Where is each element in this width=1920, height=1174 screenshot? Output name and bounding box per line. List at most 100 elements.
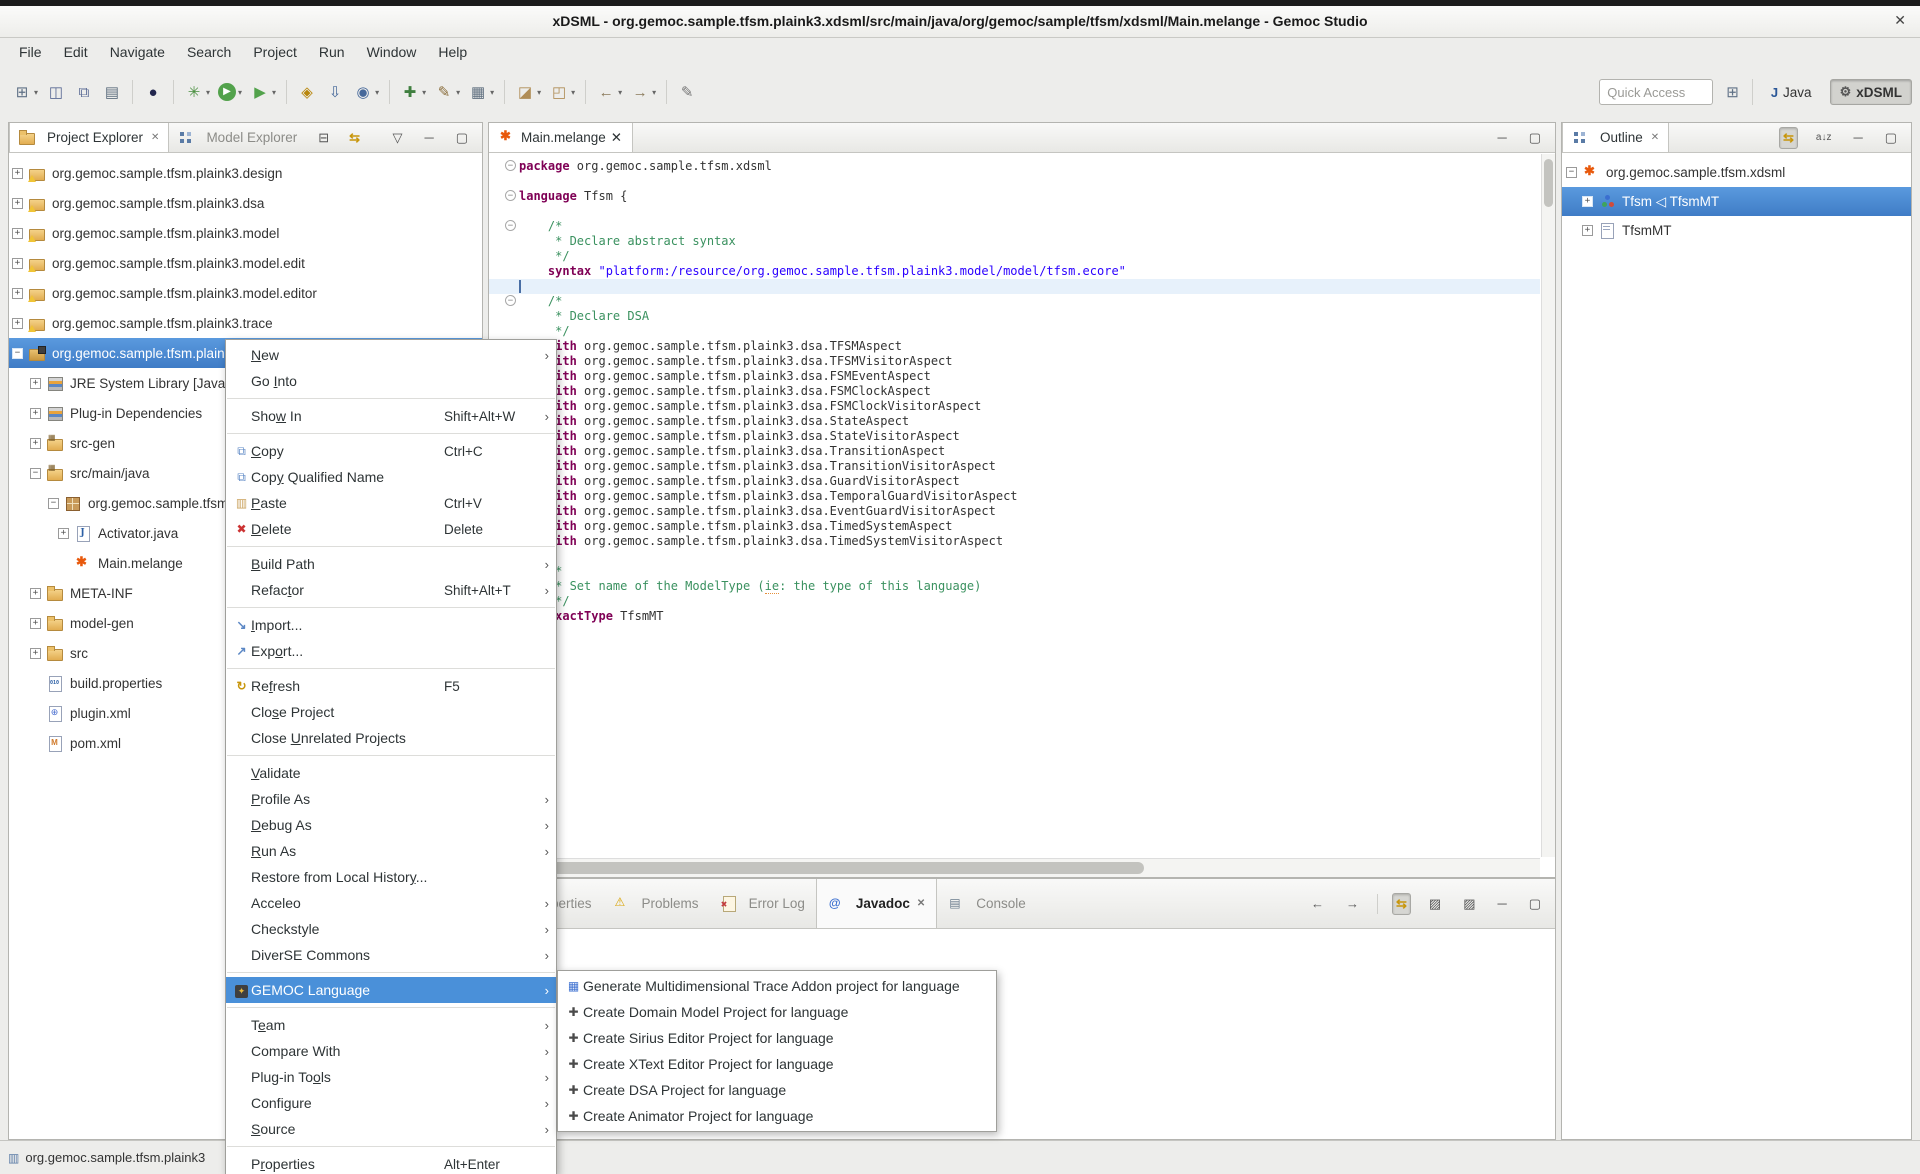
submenu-item-create-dsa-project-for-language[interactable]: Create DSA Project for language (558, 1077, 996, 1103)
new-wizard-button[interactable]: ⊞▾ (9, 79, 41, 105)
context-menu-item-properties[interactable]: PropertiesAlt+Enter (226, 1151, 556, 1174)
tab-main-melange[interactable]: Main.melange ✕ (489, 123, 633, 152)
tab-problems[interactable]: Problems (603, 879, 710, 928)
annotation-button[interactable]: ✎▾ (431, 79, 463, 105)
expand-expander-icon[interactable]: + (12, 168, 23, 179)
tab-model-explorer[interactable]: Model Explorer (169, 123, 306, 152)
context-menu-item-configure[interactable]: Configure› (226, 1090, 556, 1116)
context-menu-item-debug-as[interactable]: Debug As› (226, 812, 556, 838)
tab-error-log[interactable]: Error Log (710, 879, 816, 928)
link-with-editor-icon[interactable]: ⇆ (1779, 127, 1798, 149)
context-menu-item-refactor[interactable]: RefactorShift+Alt+T› (226, 577, 556, 603)
scrollbar-thumb[interactable] (492, 862, 1144, 874)
context-menu-item-import[interactable]: Import... (226, 612, 556, 638)
maximize-icon[interactable]: ▢ (1525, 893, 1545, 915)
submenu-item-create-xtext-editor-project-for-language[interactable]: Create XText Editor Project for language (558, 1051, 996, 1077)
code-editor[interactable]: −package org.gemoc.sample.tfsm.xdsml−lan… (489, 154, 1540, 857)
menu-run[interactable]: Run (308, 41, 356, 63)
expand-expander-icon[interactable]: + (12, 288, 23, 299)
tree-item-org-gemoc-sample-tfsm-plaink3-dsa[interactable]: +org.gemoc.sample.tfsm.plaink3.dsa (9, 188, 482, 218)
submenu-item-create-domain-model-project-for-language[interactable]: Create Domain Model Project for language (558, 999, 996, 1025)
tab-javadoc[interactable]: Javadoc✕ (816, 879, 937, 928)
context-menu-item-checkstyle[interactable]: Checkstyle› (226, 916, 556, 942)
context-menu-item-run-as[interactable]: Run As› (226, 838, 556, 864)
acceleo-button[interactable]: ● (140, 80, 166, 105)
open-task-button[interactable]: ◪▾ (512, 79, 544, 105)
context-menu-item-team[interactable]: Team› (226, 1012, 556, 1038)
context-menu-item-close-unrelated-projects[interactable]: Close Unrelated Projects (226, 725, 556, 751)
collapse-expander-icon[interactable]: − (1566, 167, 1577, 178)
tree-item-tfsm-tfsmmt[interactable]: +Tfsm ◁ TfsmMT (1562, 187, 1911, 216)
sort-icon[interactable]: a↓z (1812, 129, 1836, 146)
context-menu-item-close-project[interactable]: Close Project (226, 699, 556, 725)
expand-expander-icon[interactable]: + (12, 318, 23, 329)
menu-project[interactable]: Project (242, 41, 308, 63)
context-menu-item-copy[interactable]: CopyCtrl+C (226, 438, 556, 464)
expand-expander-icon[interactable]: + (30, 588, 41, 599)
menu-search[interactable]: Search (176, 41, 242, 63)
link-with-editor-icon[interactable]: ⇆ (345, 127, 364, 149)
expand-expander-icon[interactable]: + (1582, 225, 1593, 236)
context-menu-item-acceleo[interactable]: Acceleo› (226, 890, 556, 916)
tab-console[interactable]: Console (937, 879, 1037, 928)
submenu-item-create-sirius-editor-project-for-language[interactable]: Create Sirius Editor Project for languag… (558, 1025, 996, 1051)
collapse-all-icon[interactable]: ⊟ (314, 127, 333, 149)
maximize-icon[interactable]: ▢ (452, 127, 472, 149)
expand-expander-icon[interactable]: + (12, 198, 23, 209)
web-browser-button[interactable]: ◉▾ (350, 79, 382, 105)
pin-console-icon[interactable]: ▨ (1425, 893, 1445, 915)
expand-expander-icon[interactable]: + (30, 648, 41, 659)
tab-outline[interactable]: Outline ✕ (1562, 123, 1669, 152)
perspective-java-button[interactable]: J Java (1761, 80, 1822, 105)
quick-access-input[interactable] (1599, 79, 1713, 105)
context-menu-item-plug-in-tools[interactable]: Plug-in Tools› (226, 1064, 556, 1090)
debug-button[interactable]: ✳▾ (181, 79, 213, 105)
tree-item-org-gemoc-sample-tfsm-xdsml[interactable]: −org.gemoc.sample.tfsm.xdsml (1562, 158, 1911, 187)
perspective-xdsml-button[interactable]: ⚙ xDSML (1830, 79, 1912, 105)
tree-item-org-gemoc-sample-tfsm-plaink3-model-editor[interactable]: +org.gemoc.sample.tfsm.plaink3.model.edi… (9, 278, 482, 308)
context-menu-item-paste[interactable]: PasteCtrl+V (226, 490, 556, 516)
collapse-expander-icon[interactable]: − (48, 498, 59, 509)
close-tab-icon[interactable]: ✕ (611, 130, 622, 146)
print-button[interactable]: ▤ (99, 79, 125, 105)
open-resource-button[interactable]: ◰▾ (546, 79, 578, 105)
minimize-icon[interactable]: ─ (1849, 127, 1866, 148)
outline-tree[interactable]: −org.gemoc.sample.tfsm.xdsml+Tfsm ◁ Tfsm… (1562, 154, 1911, 1139)
close-tab-icon[interactable]: ✕ (1651, 132, 1659, 143)
context-menu-item-show-in[interactable]: Show InShift+Alt+W› (226, 403, 556, 429)
expand-expander-icon[interactable]: + (30, 408, 41, 419)
context-menu-item-gemoc-language[interactable]: GEMOC Language› (226, 977, 556, 1003)
scrollbar-thumb[interactable] (1544, 159, 1553, 207)
back-button[interactable]: ←▾ (593, 80, 625, 105)
save-all-button[interactable]: ⧉ (71, 80, 97, 105)
back-icon[interactable]: ← (1307, 893, 1328, 914)
editor-horizontal-scrollbar[interactable] (489, 858, 1540, 877)
minimize-icon[interactable]: ─ (1493, 127, 1510, 148)
link-with-editor-icon[interactable]: ⇆ (1392, 893, 1411, 915)
install-software-button[interactable]: ⇩ (322, 79, 348, 105)
open-perspective-icon[interactable]: ⊞ (1721, 80, 1744, 104)
maximize-icon[interactable]: ▢ (1881, 127, 1901, 149)
open-console-icon[interactable]: ▨ (1459, 893, 1479, 915)
context-menu-item-build-path[interactable]: Build Path› (226, 551, 556, 577)
context-menu-item-export[interactable]: Export... (226, 638, 556, 664)
forward-icon[interactable]: → (1342, 893, 1363, 914)
context-menu-item-compare-with[interactable]: Compare With› (226, 1038, 556, 1064)
menu-navigate[interactable]: Navigate (99, 41, 176, 63)
context-menu-item-new[interactable]: New› (226, 342, 556, 368)
editor-vertical-scrollbar[interactable] (1541, 154, 1555, 857)
minimize-icon[interactable]: ─ (420, 127, 437, 148)
context-menu-item-validate[interactable]: Validate (226, 760, 556, 786)
close-window-icon[interactable]: ✕ (1894, 12, 1906, 29)
collapse-expander-icon[interactable]: − (30, 468, 41, 479)
menu-help[interactable]: Help (427, 41, 478, 63)
fold-collapse-icon[interactable]: − (505, 160, 516, 171)
context-menu-item-delete[interactable]: DeleteDelete (226, 516, 556, 542)
menu-window[interactable]: Window (356, 41, 428, 63)
close-tab-icon[interactable]: ✕ (151, 132, 159, 143)
expand-expander-icon[interactable]: + (30, 618, 41, 629)
maximize-icon[interactable]: ▢ (1525, 127, 1545, 149)
tree-item-tfsmmt[interactable]: +TfsmMT (1562, 216, 1911, 245)
context-menu-item-diverse-commons[interactable]: DiverSE Commons› (226, 942, 556, 968)
collapse-expander-icon[interactable]: − (12, 348, 23, 359)
